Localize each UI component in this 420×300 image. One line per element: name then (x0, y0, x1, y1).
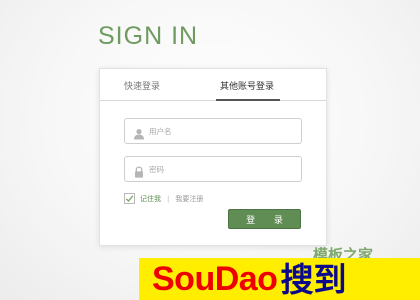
username-input[interactable] (149, 126, 289, 136)
login-tabs: 快速登录 其他账号登录 (100, 69, 326, 101)
watermark-banner: SouDao 搜到 (139, 258, 420, 300)
checkmark-icon (125, 195, 134, 202)
remember-checkbox[interactable] (124, 193, 135, 204)
lock-icon (133, 163, 145, 178)
banner-brand-text: SouDao (152, 260, 278, 298)
register-link[interactable]: 我要注册 (175, 194, 203, 204)
user-icon (133, 125, 145, 140)
password-input[interactable] (149, 164, 289, 174)
login-button[interactable]: 登 录 (228, 209, 301, 229)
link-separator: | (167, 194, 170, 203)
tab-other-account-login[interactable]: 其他账号登录 (220, 79, 274, 92)
tab-quick-login[interactable]: 快速登录 (124, 79, 160, 92)
remember-row: 记住我 | 我要注册 (124, 193, 203, 204)
remember-label[interactable]: 记住我 (140, 194, 161, 204)
banner-brand-cn: 搜到 (280, 259, 347, 299)
page-title: SIGN IN (98, 22, 199, 50)
password-field[interactable] (124, 156, 302, 182)
username-field[interactable] (124, 118, 302, 144)
active-tab-indicator (216, 99, 280, 101)
login-card: 快速登录 其他账号登录 记住我 | 我要注册 登 (99, 68, 327, 246)
